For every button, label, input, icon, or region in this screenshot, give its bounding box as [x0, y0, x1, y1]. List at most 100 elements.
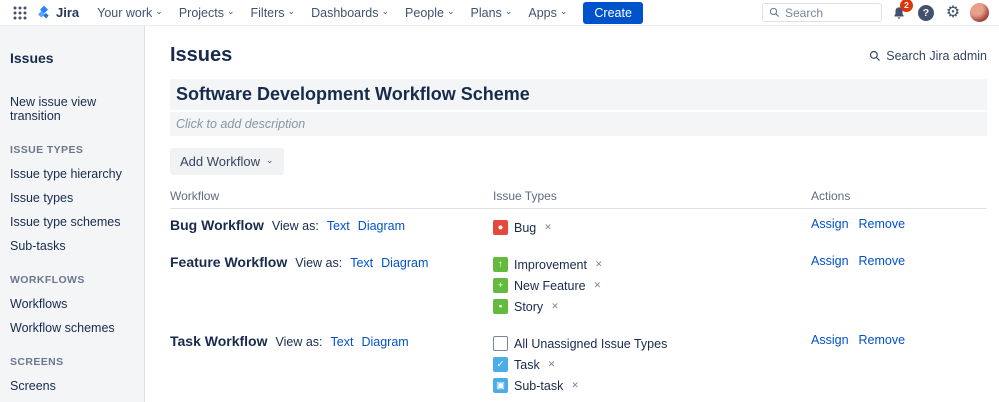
column-header-actions: Actions — [811, 189, 851, 203]
jira-logo[interactable]: Jira — [34, 5, 85, 21]
all-unassigned-icon — [493, 336, 508, 351]
sidebar-item-screens[interactable]: Screens — [10, 374, 134, 398]
workflow-name: Bug Workflow — [170, 217, 264, 233]
remove-issue-type-icon[interactable]: ✕ — [571, 380, 579, 391]
chevron-down-icon: ⌄ — [559, 6, 568, 16]
issue-type-label: Story — [514, 299, 544, 314]
add-workflow-button[interactable]: Add Workflow ⌄ — [170, 148, 284, 175]
nav-plans[interactable]: Plans ⌄ — [463, 3, 521, 23]
chevron-down-icon: ⌄ — [226, 6, 235, 16]
main-content: Issues Search Jira admin Software Develo… — [145, 26, 999, 402]
improvement-icon: ↑ — [493, 257, 508, 272]
scheme-description-field[interactable]: Click to add description — [170, 112, 987, 136]
chevron-down-icon: ⌄ — [381, 6, 390, 16]
sidebar-item-screen-schemes[interactable]: Screen schemes — [10, 398, 134, 402]
jira-logo-icon — [38, 5, 49, 18]
sidebar-item-issue-types[interactable]: Issue types — [10, 186, 134, 210]
new-feature-icon: + — [493, 278, 508, 293]
bug-icon: ● — [493, 220, 508, 235]
remove-issue-type-icon[interactable]: ✕ — [548, 359, 556, 370]
issue-type-label: Improvement — [514, 257, 587, 272]
scheme-title-bar[interactable]: Software Development Workflow Scheme — [170, 79, 987, 110]
chevron-down-icon: ⌄ — [265, 155, 274, 165]
issue-type-label: All Unassigned Issue Types — [514, 336, 668, 351]
nav-projects[interactable]: Projects ⌄ — [171, 3, 243, 23]
chevron-down-icon: ⌄ — [446, 6, 455, 16]
view-diagram-link[interactable]: Diagram — [381, 256, 428, 270]
subtask-icon: ▣ — [493, 378, 508, 393]
nav-dashboards[interactable]: Dashboards ⌄ — [303, 3, 397, 23]
issue-type-label: Task — [514, 357, 540, 372]
user-avatar[interactable] — [970, 3, 989, 22]
sidebar-item-workflows[interactable]: Workflows — [10, 292, 134, 316]
notifications-bell-icon[interactable]: 2 — [889, 0, 913, 23]
view-as-label: View as: — [275, 335, 323, 349]
chevron-down-icon: ⌄ — [504, 6, 513, 16]
view-as-label: View as: — [295, 256, 343, 270]
issue-type-chip: ▣ Sub-task ✕ — [493, 375, 811, 396]
view-text-link[interactable]: Text — [327, 219, 350, 233]
chevron-down-icon: ⌄ — [287, 6, 296, 16]
sidebar-title: Issues — [10, 50, 54, 66]
remove-link[interactable]: Remove — [859, 333, 906, 347]
chevron-down-icon: ⌄ — [155, 6, 163, 16]
sidebar-section-issue-types: ISSUE TYPES — [10, 144, 84, 156]
remove-issue-type-icon[interactable]: ✕ — [594, 280, 602, 291]
story-icon: ▪ — [493, 299, 508, 314]
sidebar-item-issue-type-hierarchy[interactable]: Issue type hierarchy — [10, 162, 134, 186]
sidebar-item-new-issue-view-transition[interactable]: New issue view transition — [10, 90, 134, 128]
issue-type-chip: ● Bug ✕ — [493, 217, 811, 238]
create-button[interactable]: Create — [583, 1, 643, 24]
column-header-issue-types: Issue Types — [493, 189, 557, 203]
top-navigation-bar: Jira Your work ⌄ Projects ⌄ Filters ⌄ Dashb… — [0, 0, 999, 26]
issue-type-chip: + New Feature ✕ — [493, 275, 811, 296]
workflow-name: Feature Workflow — [170, 254, 288, 270]
remove-issue-type-icon[interactable]: ✕ — [544, 222, 552, 233]
view-diagram-link[interactable]: Diagram — [358, 219, 405, 233]
remove-issue-type-icon[interactable]: ✕ — [551, 301, 559, 312]
nav-apps[interactable]: Apps ⌄ — [520, 3, 575, 23]
view-text-link[interactable]: Text — [331, 335, 354, 349]
sidebar-item-issue-type-schemes[interactable]: Issue type schemes — [10, 210, 134, 234]
remove-link[interactable]: Remove — [859, 217, 906, 231]
assign-link[interactable]: Assign — [811, 254, 849, 268]
view-diagram-link[interactable]: Diagram — [361, 335, 408, 349]
nav-people[interactable]: People ⌄ — [397, 3, 462, 23]
page-title: Issues — [170, 44, 233, 66]
issue-type-chip: ▪ Story ✕ — [493, 296, 811, 317]
assign-link[interactable]: Assign — [811, 333, 849, 347]
notification-badge: 2 — [900, 0, 913, 12]
remove-issue-type-icon[interactable]: ✕ — [595, 259, 603, 270]
sidebar-section-workflows: WORKFLOWS — [10, 274, 85, 286]
column-header-workflow: Workflow — [170, 189, 220, 203]
nav-filters[interactable]: Filters ⌄ — [243, 3, 304, 23]
issue-type-label: New Feature — [514, 278, 586, 293]
issue-type-label: Bug — [514, 220, 537, 235]
scheme-title: Software Development Workflow Scheme — [176, 84, 530, 104]
nav-your-work[interactable]: Your work ⌄ — [89, 3, 171, 23]
issue-type-label: Sub-task — [514, 378, 564, 393]
table-header-row: Workflow Issue Types Actions — [170, 189, 987, 209]
table-row: Feature Workflow View as: Text Diagram ↑… — [170, 246, 987, 325]
help-icon[interactable]: ? — [916, 3, 936, 23]
table-row: Bug Workflow View as: Text Diagram ● Bug… — [170, 209, 987, 246]
search-icon — [769, 7, 780, 18]
search-input[interactable] — [785, 5, 865, 20]
global-search-box[interactable] — [762, 3, 882, 22]
sidebar-item-sub-tasks[interactable]: Sub-tasks — [10, 234, 134, 258]
assign-link[interactable]: Assign — [811, 217, 849, 231]
task-icon: ✓ — [493, 357, 508, 372]
issue-type-chip: ✓ Task ✕ — [493, 354, 811, 375]
workflow-name: Task Workflow — [170, 333, 268, 349]
settings-gear-icon[interactable]: ⚙ — [943, 3, 963, 23]
sidebar-item-workflow-schemes[interactable]: Workflow schemes — [10, 316, 134, 340]
view-as-label: View as: — [271, 219, 319, 233]
sidebar-section-screens: SCREENS — [10, 356, 64, 368]
table-row: Task Workflow View as: Text Diagram All … — [170, 325, 987, 402]
primary-nav: Your work ⌄ Projects ⌄ Filters ⌄ Dashboards… — [89, 3, 575, 23]
view-text-link[interactable]: Text — [350, 256, 373, 270]
workflow-scheme-table: Workflow Issue Types Actions Bug Workflo… — [170, 189, 987, 402]
app-switcher-icon[interactable] — [10, 3, 30, 23]
search-jira-admin-link[interactable]: Search Jira admin — [869, 49, 987, 63]
remove-link[interactable]: Remove — [859, 254, 906, 268]
